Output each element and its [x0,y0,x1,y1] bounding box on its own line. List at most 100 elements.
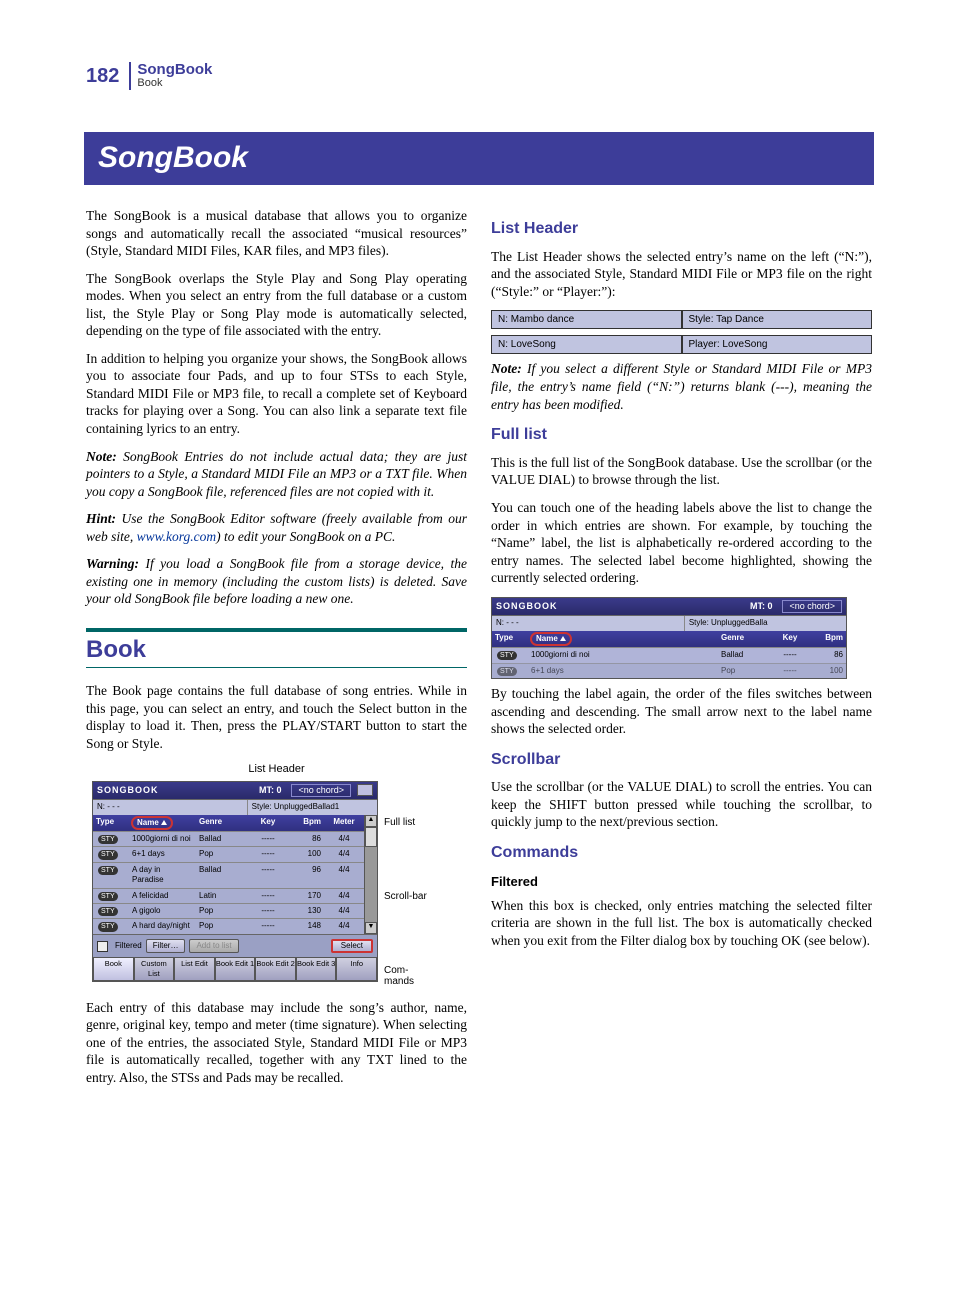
body-text: When this box is checked, only entries m… [491,897,872,950]
table-row[interactable]: STYA hard day/nightPop-----1484/4 [93,918,364,933]
scroll-up-icon[interactable]: ▲ [365,815,377,827]
strip-n: N: LoveSong [491,335,682,354]
running-header: 182 SongBook Book [86,62,872,90]
col-bpm[interactable]: Bpm [288,815,324,831]
body-text: The List Header shows the selected entry… [491,248,872,301]
lcd-hdr-style: Style: UnpluggedBallad1 [248,800,377,814]
warning-lead: Warning: [86,556,139,571]
lcd-songbook: SONGBOOK MT: 0 <no chord> N: - - - Style… [92,781,378,982]
lcd-mt: MT: 0 [259,785,282,797]
add-to-list-button[interactable]: Add to list [189,939,238,953]
lcd-hdr-n: N: - - - [492,616,685,630]
sort-asc-icon [560,636,566,641]
col-key[interactable]: Key [248,815,288,831]
lcd-list-header: N: - - - Style: UnpluggedBallad1 [93,799,377,814]
korg-link[interactable]: www.korg.com [137,529,217,544]
col-type[interactable]: Type [492,631,528,647]
body-text: The SongBook overlaps the Style Play and… [86,270,467,340]
callout-scrollbar: Scroll-bar [384,891,436,902]
table-row[interactable]: STY6+1 daysPop-----100 [492,663,846,678]
table-row[interactable]: STY1000giorni di noiBallad-----86 [492,647,846,662]
lcd-hdr-style: Style: UnpluggedBalla [685,616,846,630]
body-text: This is the full list of the SongBook da… [491,454,872,489]
section-heading-book: Book [86,628,467,668]
lcd-title: SONGBOOK [496,601,750,613]
hint: Hint: Use the SongBook Editor software (… [86,510,467,545]
note: Note: If you select a different Style or… [491,360,872,413]
lcd-rows: STY1000giorni di noiBallad-----864/4 STY… [93,831,364,934]
scroll-track[interactable] [365,827,377,922]
sort-asc-icon [161,820,167,825]
table-row[interactable]: STY6+1 daysPop-----1004/4 [93,846,364,861]
note-body: SongBook Entries do not include actual d… [86,449,467,499]
callout-labels: Full list Scroll-bar Com-mands [384,781,436,987]
note-lead: Note: [86,449,117,464]
tab-custom-list[interactable]: Custom List [134,957,175,981]
warning-body: If you load a SongBook file from a stora… [86,556,467,606]
body-text: By touching the label again, the order o… [491,685,872,738]
subheading-commands: Commands [491,843,872,864]
lcd-column-headers[interactable]: Type Name Genre Key Bpm Meter [93,815,364,831]
table-row[interactable]: STYA gigoloPop-----1304/4 [93,903,364,918]
screenshot-book-page: SONGBOOK MT: 0 <no chord> N: - - - Style… [86,781,467,987]
subheading-scrollbar: Scrollbar [491,750,872,771]
lcd-scrollbar[interactable]: ▲ ▼ [364,815,377,934]
tab-info[interactable]: Info [336,957,377,981]
lcd-chord: <no chord> [782,600,842,614]
screenshot-column-header: SONGBOOK MT: 0 <no chord> N: - - - Style… [491,597,847,679]
col-key[interactable]: Key [770,631,810,647]
strip-n: N: Mambo dance [491,310,682,329]
subheading-list-header: List Header [491,219,872,240]
tab-book[interactable]: Book [93,957,134,981]
note-lead: Note: [491,361,522,376]
caption-list-header: List Header [86,762,467,776]
table-row[interactable]: STY1000giorni di noiBallad-----864/4 [93,831,364,846]
tab-list-edit[interactable]: List Edit [174,957,215,981]
lcd-commands: Filtered Filter… Add to list Select [93,934,377,957]
lcd-column-headers[interactable]: Type Name Genre Key Bpm [492,631,846,647]
running-title: SongBook [137,62,212,77]
col-name[interactable]: Name [528,631,718,647]
filtered-checkbox[interactable] [97,941,108,952]
body-text: In addition to helping you organize your… [86,350,467,438]
tab-book-edit-3[interactable]: Book Edit 3 [296,957,337,981]
col-bpm[interactable]: Bpm [810,631,846,647]
col-type[interactable]: Type [93,815,129,831]
scroll-down-icon[interactable]: ▼ [365,922,377,934]
lcd-titlebar: SONGBOOK MT: 0 <no chord> [492,598,846,616]
col-genre[interactable]: Genre [718,631,770,647]
filter-button[interactable]: Filter… [146,939,186,953]
body-text: Use the scrollbar (or the VALUE DIAL) to… [491,778,872,831]
lcd-titlebar: SONGBOOK MT: 0 <no chord> [93,782,377,800]
col-genre[interactable]: Genre [196,815,248,831]
lcd-chord: <no chord> [291,784,351,798]
col-meter[interactable]: Meter [324,815,364,831]
note: Note: SongBook Entries do not include ac… [86,448,467,501]
col-name[interactable]: Name [129,815,196,831]
subheading-full-list: Full list [491,425,872,446]
tab-book-edit-2[interactable]: Book Edit 2 [255,957,296,981]
callout-full-list: Full list [384,817,436,828]
page-number: 182 [86,62,127,90]
lcd-list-header: N: - - - Style: UnpluggedBalla [492,615,846,630]
table-row[interactable]: STYA day in ParadiseBallad-----964/4 [93,862,364,888]
tab-book-edit-1[interactable]: Book Edit 1 [215,957,256,981]
strip-style: Style: Tap Dance [682,310,873,329]
select-button[interactable]: Select [331,939,373,953]
lcd-title: SONGBOOK [97,785,259,797]
chapter-title: SongBook [84,132,874,185]
body-text: You can touch one of the heading labels … [491,499,872,587]
filtered-label: Filtered [115,941,142,951]
subsubheading-filtered: Filtered [491,874,872,891]
warning: Warning: If you load a SongBook file fro… [86,555,467,608]
lcd-mt: MT: 0 [750,601,773,613]
list-header-example-2: N: LoveSong Player: LoveSong [491,335,872,354]
lcd-tabs: Book Custom List List Edit Book Edit 1 B… [93,957,377,981]
hint-body: ) to edit your SongBook on a PC. [216,529,395,544]
page: 182 SongBook Book SongBook The SongBook … [0,0,954,1308]
menu-icon[interactable] [357,784,373,796]
note-body: If you select a different Style or Stand… [491,361,872,411]
table-row[interactable]: STYA felicidadLatin-----1704/4 [93,888,364,903]
body-text: The Book page contains the full database… [86,682,467,752]
scroll-thumb[interactable] [365,827,377,847]
